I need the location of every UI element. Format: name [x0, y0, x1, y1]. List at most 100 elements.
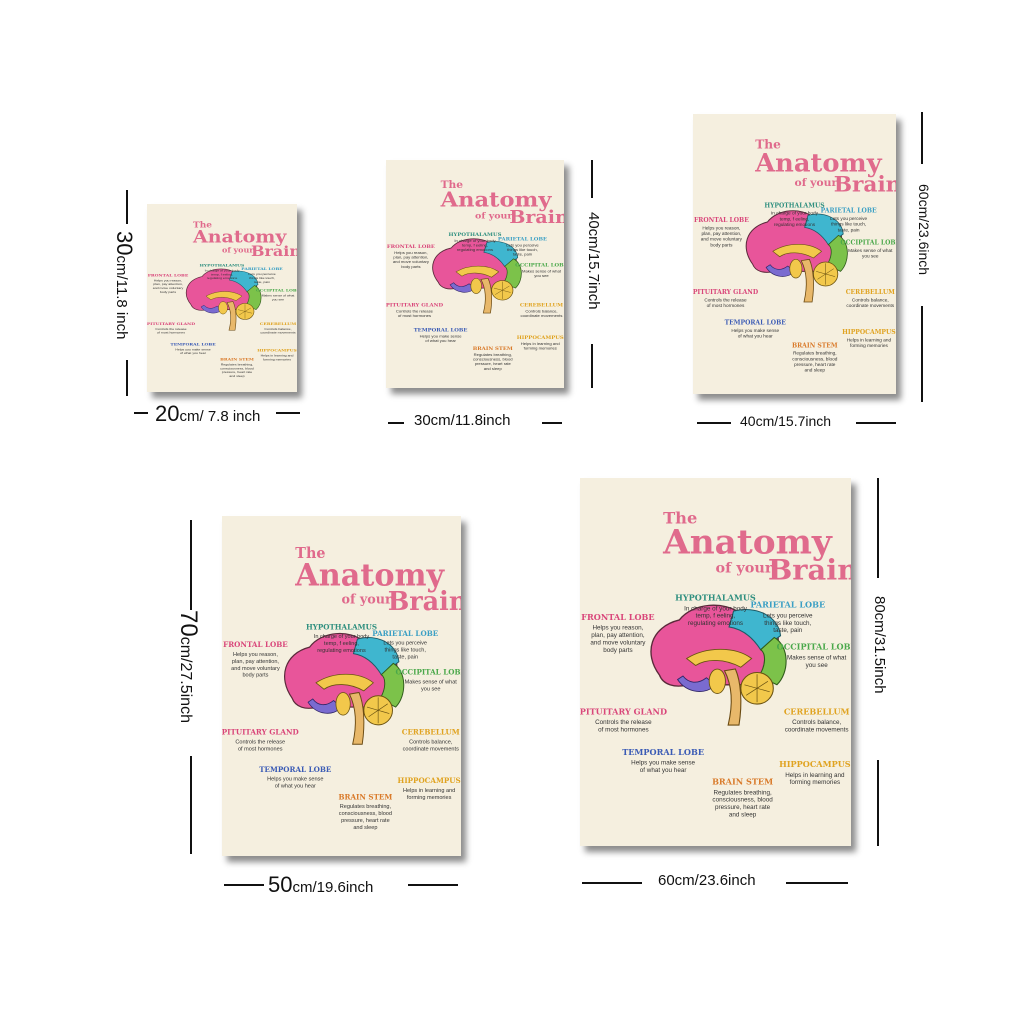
- label-heading-pituitary: PITUITARY GLAND: [580, 707, 667, 717]
- height-label-80: 80cm/31.5inch: [868, 596, 888, 716]
- dim-line-right: [921, 306, 923, 402]
- label-heading-pituitary: PITUITARY GLAND: [386, 303, 444, 309]
- poster-art: The Anatomy of your Brain HYPOTHALAMUSIn…: [580, 478, 851, 846]
- width-text: 60cm/23.6inch: [658, 872, 756, 889]
- label-body-pituitary: Controls the release of most hormones: [704, 297, 747, 308]
- title-of-your: of your: [475, 211, 513, 222]
- label-heading-hippocampus: HIPPOCAMPUS: [779, 759, 851, 769]
- label-heading-brainstem: BRAIN STEM: [792, 342, 838, 349]
- height-label-40: 40cm/15.7inch: [582, 212, 602, 332]
- label-heading-temporal: TEMPORAL LOBE: [622, 747, 704, 757]
- label-heading-parietal: PARIETAL LOBE: [241, 267, 283, 272]
- height-label-30: 30cm/11.8 inch: [112, 231, 137, 361]
- label-body-cerebellum: Controls balance, coordinate movements: [785, 719, 849, 733]
- dim-line-bottom: [408, 884, 458, 886]
- label-heading-temporal: TEMPORAL LOBE: [259, 765, 332, 774]
- height-label-70: 70cm/27.5inch: [175, 610, 202, 760]
- label-body-cerebellum: Controls balance, coordinate movements: [260, 327, 296, 335]
- label-heading-brainstem: BRAIN STEM: [220, 358, 254, 363]
- label-heading-brainstem: BRAIN STEM: [338, 792, 392, 801]
- label-heading-frontal: FRONTAL LOBE: [694, 217, 749, 224]
- title-brain: Brain: [388, 587, 461, 617]
- dim-line-right: [877, 760, 879, 846]
- dim-line-bottom: [134, 412, 148, 414]
- label-heading-parietal: PARIETAL LOBE: [498, 237, 547, 243]
- label-heading-cerebellum: CEREBELLUM: [784, 707, 850, 717]
- label-body-hippocampus: Helps in learning and forming memories: [521, 341, 560, 350]
- label-body-pituitary: Controls the release of most hormones: [396, 309, 434, 318]
- width-text: 30cm/11.8inch: [414, 412, 511, 429]
- label-heading-parietal: PARIETAL LOBE: [750, 600, 825, 610]
- dim-line-right: [591, 160, 593, 198]
- dim-line-bottom: [542, 422, 562, 424]
- label-heading-cerebellum: CEREBELLUM: [260, 322, 297, 327]
- title-brain: Brain: [768, 553, 851, 586]
- width-label-60: 60cm/23.6inch: [658, 872, 756, 889]
- label-heading-hippocampus: HIPPOCAMPUS: [398, 776, 461, 785]
- label-heading-occipital: OCCIPITAL LOBE: [256, 289, 297, 294]
- label-heading-cerebellum: CEREBELLUM: [520, 303, 563, 309]
- height-num: 30: [112, 231, 137, 256]
- label-heading-parietal: PARIETAL LOBE: [821, 208, 877, 215]
- dim-line-right: [877, 478, 879, 578]
- label-heading-hippocampus: HIPPOCAMPUS: [842, 329, 896, 336]
- poster-art: The Anatomy of your Brain HYPOTHALAMUSIn…: [693, 114, 896, 394]
- label-body-cerebellum: Controls balance, coordinate movements: [521, 309, 563, 318]
- width-num: 20: [155, 401, 180, 426]
- label-body-pituitary: Controls the release of most hormones: [155, 327, 186, 335]
- label-heading-frontal: FRONTAL LOBE: [581, 612, 654, 622]
- label-heading-hippocampus: HIPPOCAMPUS: [257, 349, 297, 354]
- title-brain: Brain: [251, 243, 297, 260]
- dim-line-right: [921, 112, 923, 164]
- label-heading-cerebellum: CEREBELLUM: [402, 728, 460, 737]
- label-heading-occipital: OCCIPITAL LOBE: [840, 240, 896, 247]
- height-unit: cm/11.8 inch: [113, 255, 130, 340]
- dim-line-left: [126, 360, 128, 396]
- label-heading-temporal: TEMPORAL LOBE: [170, 343, 216, 348]
- height-text: 40cm/15.7inch: [585, 212, 602, 310]
- label-body-temporal: Helps you make sense of what you hear: [267, 777, 323, 790]
- label-body-pituitary: Controls the release of most hormones: [595, 719, 652, 733]
- dim-line-left: [190, 756, 192, 854]
- height-num: 70: [175, 610, 202, 637]
- dim-line-left: [190, 520, 192, 610]
- poster-40x60: The Anatomy of your Brain HYPOTHALAMUS In…: [693, 114, 896, 394]
- height-unit: cm/27.5inch: [177, 636, 194, 723]
- label-heading-pituitary: PITUITARY GLAND: [147, 322, 195, 327]
- label-heading-cerebellum: CEREBELLUM: [846, 289, 895, 296]
- label-heading-hypothalamus: HYPOTHALAMUS: [449, 232, 502, 238]
- dim-line-bottom: [856, 422, 896, 424]
- dim-line-right: [591, 344, 593, 388]
- title-of-your: of your: [716, 561, 773, 577]
- width-unit: cm/19.6inch: [292, 879, 374, 896]
- label-heading-hippocampus: HIPPOCAMPUS: [517, 335, 564, 341]
- title-brain: Brain: [834, 172, 896, 197]
- width-label-50: 50cm/19.6inch: [268, 872, 373, 898]
- width-label-20: 20cm/ 7.8 inch: [155, 401, 260, 427]
- dim-line-bottom: [786, 882, 848, 884]
- height-text: 60cm/23.6inch: [916, 184, 932, 276]
- label-heading-hypothalamus: HYPOTHALAMUS: [675, 593, 756, 603]
- width-unit: cm/ 7.8 inch: [179, 408, 261, 425]
- poster-small-20x30: The Anatomy of your Brain HYPOTHALAMUS In…: [147, 204, 297, 392]
- label-heading-frontal: FRONTAL LOBE: [223, 640, 288, 649]
- dim-line-left: [126, 190, 128, 224]
- width-label-30: 30cm/11.8inch: [414, 412, 510, 429]
- title-brain: Brain: [509, 208, 564, 228]
- label-body-hippocampus: Helps in learning and forming memories: [403, 788, 455, 801]
- poster-art: The Anatomy of your Brain HYPOTHALAMUSIn…: [147, 204, 297, 392]
- label-heading-frontal: FRONTAL LOBE: [387, 244, 435, 250]
- title-of-your: of your: [795, 176, 838, 189]
- label-heading-pituitary: PITUITARY GLAND: [222, 728, 299, 737]
- dim-line-bottom: [388, 422, 404, 424]
- label-heading-pituitary: PITUITARY GLAND: [693, 289, 758, 296]
- poster-art: The Anatomy of your Brain HYPOTHALAMUSIn…: [222, 516, 461, 856]
- width-label-40: 40cm/15.7inch: [740, 413, 831, 429]
- label-heading-parietal: PARIETAL LOBE: [372, 629, 438, 638]
- label-heading-hypothalamus: HYPOTHALAMUS: [764, 202, 824, 209]
- label-heading-occipital: OCCIPITAL LOBE: [777, 642, 851, 652]
- poster-art: The Anatomy of your Brain HYPOTHALAMUSIn…: [386, 160, 564, 388]
- dim-line-bottom: [697, 422, 731, 424]
- label-heading-temporal: TEMPORAL LOBE: [725, 320, 787, 327]
- dim-line-bottom: [276, 412, 300, 414]
